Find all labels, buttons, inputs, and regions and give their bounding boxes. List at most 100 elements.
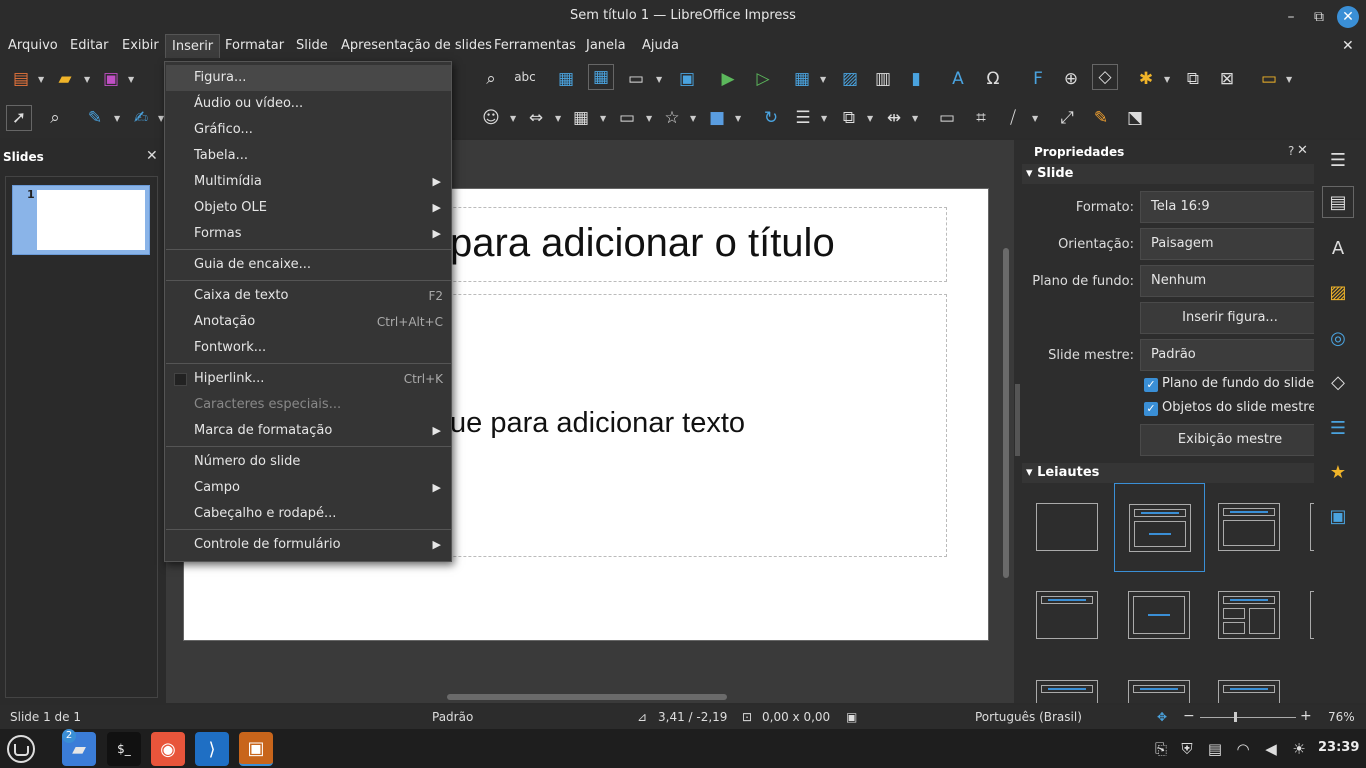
layouts-section-header[interactable]: ▾ Leiautes (1022, 463, 1314, 483)
chevron-down-icon[interactable]: ▼ (820, 66, 828, 92)
callout-icon[interactable]: ▭ (614, 105, 640, 131)
close-window-button[interactable]: ✕ (1337, 6, 1359, 28)
chevron-down-icon[interactable]: ▼ (1164, 66, 1172, 92)
fit-slide-icon[interactable]: ✥ (1157, 710, 1167, 724)
menu-item-numero-slide[interactable]: Número do slide (166, 449, 451, 475)
layout-title-content[interactable] (1218, 503, 1280, 551)
menu-item-fontwork[interactable]: Fontwork... (166, 335, 451, 361)
chevron-down-icon[interactable]: ▼ (555, 105, 563, 131)
chevron-down-icon[interactable]: ▼ (128, 66, 136, 92)
zoom-out-button[interactable]: − (1183, 708, 1195, 724)
slide-layout-icon[interactable]: ▭ (1256, 66, 1282, 92)
arrange-icon[interactable]: ⧉ (836, 105, 862, 131)
slide-transition-deck-icon[interactable]: ☰ (1324, 414, 1352, 442)
start-first-slide-icon[interactable]: ▶ (715, 66, 741, 92)
menu-item-controle-formulario[interactable]: Controle de formulário ▶ (166, 532, 451, 558)
impress-icon[interactable]: ▣ (239, 732, 273, 766)
master-view-button[interactable]: Exibição mestre (1140, 424, 1314, 456)
smiley-icon[interactable]: ☺ (478, 105, 504, 131)
minimize-button[interactable]: – (1280, 6, 1302, 28)
menu-item-tabela[interactable]: Tabela... (166, 143, 451, 169)
close-properties-button[interactable]: ✕ (1297, 143, 1308, 158)
3d-object-icon[interactable]: ■ (704, 105, 730, 131)
layout-centered-text[interactable] (1128, 591, 1190, 639)
close-slides-panel-button[interactable]: ✕ (146, 148, 158, 164)
chevron-down-icon[interactable]: ▼ (690, 105, 698, 131)
chevron-down-icon[interactable]: ▼ (1286, 66, 1294, 92)
points-icon[interactable]: ⤢ (1054, 105, 1080, 131)
insert-image-button[interactable]: Inserir figura... (1140, 302, 1314, 334)
zoom-in-button[interactable]: + (1300, 708, 1312, 724)
properties-deck-icon[interactable]: ▤ (1322, 186, 1354, 218)
master-slide-select[interactable]: Padrão (1140, 339, 1314, 371)
double-arrow-icon[interactable]: ⇔ (523, 105, 549, 131)
maximize-button[interactable]: ⧉ (1308, 6, 1330, 28)
master-background-checkbox[interactable]: ✓ (1144, 378, 1158, 392)
slide-list[interactable]: 1 (5, 176, 158, 698)
align-icon[interactable]: ☰ (790, 105, 816, 131)
menu-exibir[interactable]: Exibir (116, 34, 165, 58)
vscode-icon[interactable]: ⟩ (195, 732, 229, 766)
duplicate-slide-icon[interactable]: ⧉ (1180, 66, 1206, 92)
spellcheck-icon[interactable]: abc (512, 64, 538, 90)
mint-menu-icon[interactable] (4, 732, 38, 766)
orientation-select[interactable]: Paisagem (1140, 228, 1314, 260)
menu-item-guia-encaixe[interactable]: Guia de encaixe... (166, 252, 451, 278)
help-icon[interactable]: ? (1288, 144, 1294, 158)
menu-item-hiperlink[interactable]: Hiperlink... Ctrl+K (166, 366, 451, 392)
save-icon[interactable]: ▣ (98, 66, 124, 92)
new-document-icon[interactable]: ▤ (8, 66, 34, 92)
snap-guides-icon[interactable]: ▦ (588, 64, 614, 90)
chevron-down-icon[interactable]: ▼ (821, 105, 829, 131)
master-slide-icon[interactable]: ▣ (674, 66, 700, 92)
chevron-down-icon[interactable]: ▼ (510, 105, 518, 131)
new-slide-icon[interactable]: ✱ (1133, 66, 1159, 92)
line-color-icon[interactable]: ✎ (82, 105, 108, 131)
filter-icon[interactable]: ⧸ (1000, 105, 1026, 131)
star-icon[interactable]: ☆ (659, 105, 685, 131)
toggle-extrusion-icon[interactable]: ⬔ (1122, 105, 1148, 131)
start-current-slide-icon[interactable]: ▷ (750, 66, 776, 92)
rotate-icon[interactable]: ↻ (758, 105, 784, 131)
brightness-icon[interactable]: ☀ (1282, 732, 1316, 766)
glue-points-icon[interactable]: ✎ (1088, 105, 1114, 131)
table-icon[interactable]: ▦ (789, 66, 815, 92)
chevron-down-icon[interactable]: ▼ (1032, 105, 1040, 131)
master-objects-checkbox[interactable]: ✓ (1144, 402, 1158, 416)
menu-apresentacao[interactable]: Apresentação de slides (335, 34, 498, 58)
background-select[interactable]: Nenhum (1140, 265, 1314, 297)
animation-deck-icon[interactable]: ★ (1324, 458, 1352, 486)
language[interactable]: Português (Brasil) (975, 710, 1082, 724)
chevron-down-icon[interactable]: ▼ (867, 105, 875, 131)
vertical-scrollbar[interactable] (1003, 248, 1009, 578)
menu-ajuda[interactable]: Ajuda (636, 34, 685, 58)
menu-ferramentas[interactable]: Ferramentas (488, 34, 582, 58)
menu-item-multimidia[interactable]: Multimídia ▶ (166, 169, 451, 195)
chevron-down-icon[interactable]: ▼ (38, 66, 46, 92)
sidebar-splitter[interactable] (1014, 140, 1022, 703)
zoom-slider[interactable] (1200, 717, 1296, 718)
chevron-down-icon[interactable]: ▼ (656, 66, 664, 92)
display-views-icon[interactable]: ▭ (623, 66, 649, 92)
menu-item-figura[interactable]: Figura... (166, 65, 451, 91)
hyperlink-icon[interactable]: ⊕ (1058, 66, 1084, 92)
chart-icon[interactable]: ▮ (903, 66, 929, 92)
close-document-button[interactable]: ✕ (1336, 34, 1360, 58)
menu-formatar[interactable]: Formatar (219, 34, 290, 58)
menu-item-marca-formatacao[interactable]: Marca de formatação ▶ (166, 418, 451, 444)
splitter-handle[interactable] (1015, 384, 1020, 456)
crop-icon[interactable]: ⌗ (968, 105, 994, 131)
shapes-icon[interactable]: ◇ (1092, 64, 1118, 90)
grid-icon[interactable]: ▦ (553, 66, 579, 92)
chevron-down-icon[interactable]: ▼ (114, 105, 122, 131)
flowchart-icon[interactable]: ▦ (568, 105, 594, 131)
media-icon[interactable]: ▥ (870, 66, 896, 92)
slide-section-header[interactable]: ▾ Slide (1022, 164, 1314, 184)
open-folder-icon[interactable]: ▰ (52, 66, 78, 92)
menu-janela[interactable]: Janela (580, 34, 632, 58)
layout-row3[interactable] (1128, 680, 1190, 703)
layout-row3[interactable] (1218, 680, 1280, 703)
menu-item-formas[interactable]: Formas ▶ (166, 221, 451, 247)
chevron-down-icon[interactable]: ▼ (735, 105, 743, 131)
distribute-icon[interactable]: ⇹ (881, 105, 907, 131)
